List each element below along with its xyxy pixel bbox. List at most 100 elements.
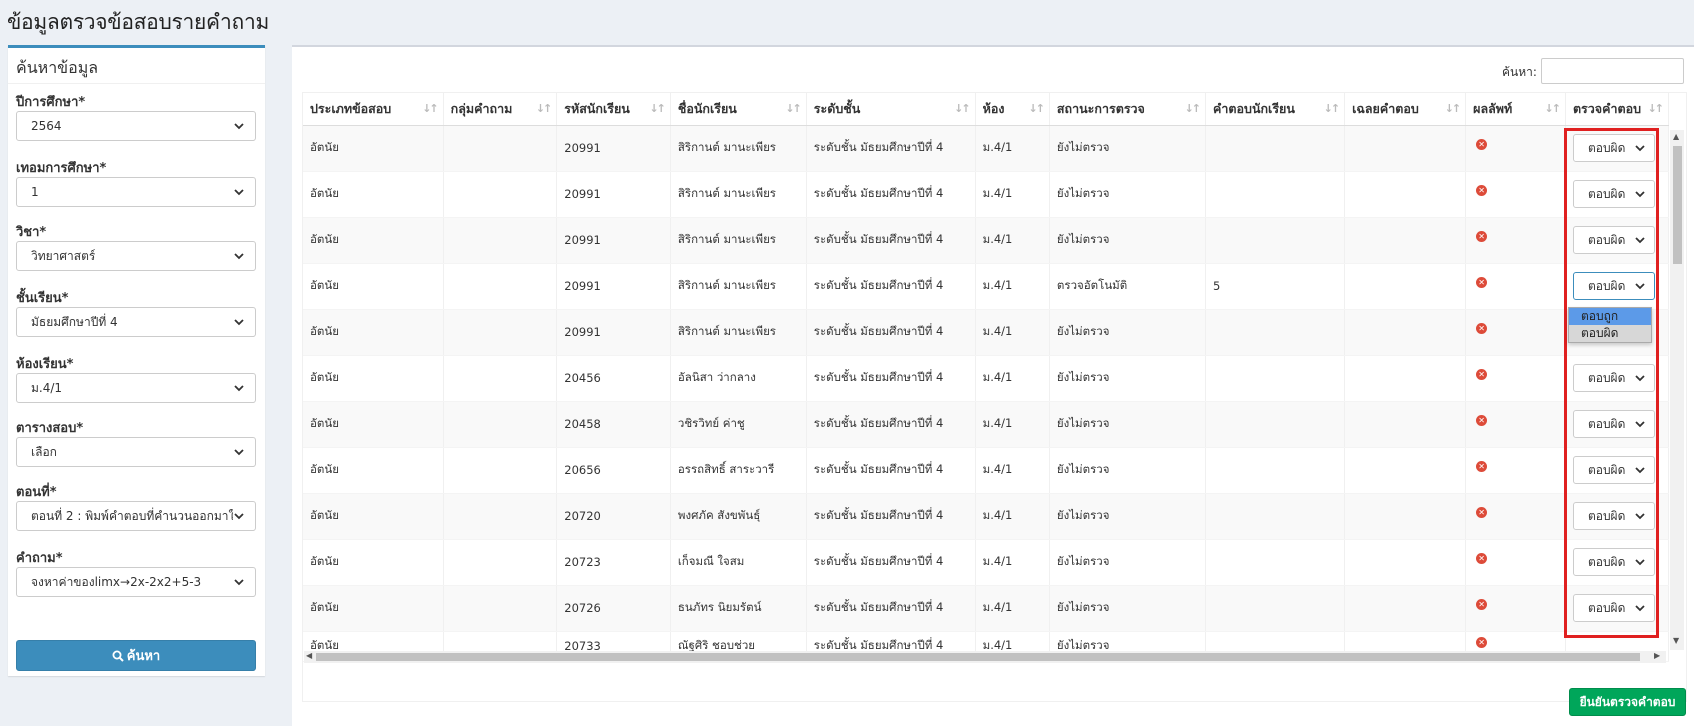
column-header[interactable]: ระดับชั้น ↓↑: [806, 93, 976, 126]
academic-year-group: ปีการศึกษา* 2564: [16, 91, 256, 141]
check-answer-select[interactable]: ตอบผิด: [1572, 134, 1655, 162]
scroll-right-icon[interactable]: ▶: [1654, 651, 1660, 660]
cell-name: ธนภัทร นิยมรัตน์: [670, 585, 807, 632]
scroll-up-icon[interactable]: ▲: [1673, 132, 1679, 141]
cell-check: ตอบผิด: [1565, 493, 1670, 540]
cell-room: ม.4/1: [975, 355, 1050, 402]
column-header[interactable]: คำตอบนักเรียน ↓↑: [1205, 93, 1346, 126]
check-answer-select[interactable]: ตอบผิด: [1572, 456, 1655, 484]
table-horizontal-scrollbar[interactable]: ◀ ▶: [304, 651, 1666, 663]
cell-key: [1344, 217, 1467, 264]
cell-group: [443, 401, 558, 448]
check-answer-select[interactable]: ตอบผิด: [1572, 502, 1655, 530]
check-answer-select[interactable]: ตอบผิด: [1572, 364, 1655, 392]
column-header[interactable]: ประเภทข้อสอบ ↓↑: [303, 93, 444, 126]
column-header[interactable]: สถานะการตรวจ ↓↑: [1049, 93, 1207, 126]
sort-icon[interactable]: ↓↑: [422, 102, 439, 115]
question-select[interactable]: จงหาค่าของlimx→2x-2x2+5-3: [16, 567, 256, 597]
cell-status: ยังไม่ตรวจ: [1049, 539, 1207, 586]
cell-name: วชิรวิทย์ ค่าชู: [670, 401, 807, 448]
grade-level-value: มัธยมศึกษาปีที่ 4: [31, 314, 118, 329]
column-header[interactable]: ห้อง ↓↑: [975, 93, 1050, 126]
classroom-select[interactable]: ม.4/1: [16, 373, 256, 403]
section-select[interactable]: ตอนที่ 2 : พิมพ์คำตอบที่คำนวนออกมาใ: [16, 501, 256, 531]
sort-icon[interactable]: ↓↑: [1648, 102, 1665, 115]
cell-type: อัตนัย: [303, 263, 444, 310]
column-header-label: ชื่อนักเรียน: [677, 100, 737, 116]
vertical-scroll-thumb[interactable]: [1673, 146, 1682, 264]
check-answer-value: ตอบผิด: [1587, 600, 1626, 615]
sort-icon[interactable]: ↓↑: [785, 102, 802, 115]
exam-schedule-select[interactable]: เลือก: [16, 437, 256, 467]
column-header-label: กลุ่มคำถาม: [450, 100, 513, 116]
check-answer-select[interactable]: ตอบผิด: [1572, 594, 1655, 622]
horizontal-scroll-thumb[interactable]: [316, 653, 1640, 661]
cell-room: ม.4/1: [975, 539, 1050, 586]
cell-group: [443, 493, 558, 540]
cell-key: [1344, 355, 1467, 402]
sort-icon[interactable]: ↓↑: [1545, 102, 1562, 115]
column-header-label: ระดับชั้น: [813, 100, 861, 116]
academic-year-value: 2564: [31, 119, 62, 133]
cell-answer: [1205, 171, 1346, 218]
sort-icon[interactable]: ↓↑: [1028, 102, 1045, 115]
table-row: อัตนัย 20723 เก็จมณี ใจสม ระดับชั้น มัธยมศึ…: [303, 539, 1670, 586]
cell-group: [443, 539, 558, 586]
chevron-down-icon: [234, 449, 244, 456]
check-answer-select[interactable]: ตอบผิด: [1572, 180, 1655, 208]
cell-status: ยังไม่ตรวจ: [1049, 309, 1207, 356]
cell-result: ✕: [1465, 355, 1566, 402]
scroll-down-icon[interactable]: ▼: [1673, 636, 1679, 645]
check-answer-select[interactable]: ตอบผิด: [1572, 272, 1655, 300]
column-header[interactable]: รหัสนักเรียน ↓↑: [556, 93, 671, 126]
search-button[interactable]: ค้นหา: [16, 640, 256, 671]
sort-icon[interactable]: ↓↑: [649, 102, 666, 115]
table-row: อัตนัย 20991 สิริกานต์ มานะเพียร ระดับชั้น …: [303, 263, 1670, 310]
sort-icon[interactable]: ↓↑: [1324, 102, 1341, 115]
cell-group: [443, 171, 558, 218]
check-answer-value: ตอบผิด: [1587, 186, 1626, 201]
results-table-wrapper: ประเภทข้อสอบ ↓↑ กลุ่มคำถาม ↓↑ รหัสนักเรียน ↓↑…: [302, 92, 1687, 702]
column-header[interactable]: ชื่อนักเรียน ↓↑: [670, 93, 807, 126]
column-header[interactable]: ผลลัพท์ ↓↑: [1465, 93, 1566, 126]
dropdown-option-wrong[interactable]: ตอบผิด: [1569, 325, 1651, 342]
sort-icon[interactable]: ↓↑: [1185, 102, 1202, 115]
sort-icon[interactable]: ↓↑: [1445, 102, 1462, 115]
cell-check: ตอบผิด: [1565, 171, 1670, 218]
wrong-icon: ✕: [1476, 323, 1488, 334]
table-vertical-scrollbar[interactable]: ▲ ▼: [1670, 130, 1684, 650]
semester-select[interactable]: 1: [16, 177, 256, 207]
grade-level-select[interactable]: มัธยมศึกษาปีที่ 4: [16, 307, 256, 337]
check-answer-select[interactable]: ตอบผิด: [1572, 410, 1655, 438]
cell-student-id: 20991: [556, 309, 671, 356]
column-header[interactable]: กลุ่มคำถาม ↓↑: [443, 93, 558, 126]
cell-level: ระดับชั้น มัธยมศึกษาปีที่ 4: [806, 585, 976, 632]
cell-key: [1344, 493, 1467, 540]
cell-name: สิริกานต์ มานะเพียร: [670, 263, 807, 310]
sort-icon[interactable]: ↓↑: [954, 102, 971, 115]
table-filter-input[interactable]: [1541, 58, 1684, 84]
cell-check: ตอบผิด: [1565, 125, 1670, 172]
cell-group: [443, 217, 558, 264]
search-icon: [112, 650, 124, 662]
cell-level: ระดับชั้น มัธยมศึกษาปีที่ 4: [806, 493, 976, 540]
academic-year-label: ปีการศึกษา*: [16, 95, 86, 110]
subject-select[interactable]: วิทยาศาสตร์: [16, 241, 256, 271]
check-answer-select[interactable]: ตอบผิด: [1572, 548, 1655, 576]
academic-year-select[interactable]: 2564: [16, 111, 256, 141]
check-answer-select[interactable]: ตอบผิด: [1572, 226, 1655, 254]
chevron-down-icon: [1635, 375, 1645, 382]
dropdown-option-correct[interactable]: ตอบถูก: [1569, 308, 1651, 325]
wrong-icon: ✕: [1476, 369, 1488, 380]
confirm-check-button[interactable]: ยืนยันตรวจคำตอบ: [1569, 688, 1686, 716]
column-header[interactable]: ตรวจคำตอบ ↓↑: [1565, 93, 1670, 126]
question-group: คำถาม* จงหาค่าของlimx→2x-2x2+5-3: [16, 547, 256, 597]
column-header[interactable]: เฉลยคำตอบ ↓↑: [1344, 93, 1467, 126]
cell-type: อัตนัย: [303, 493, 444, 540]
scroll-left-icon[interactable]: ◀: [306, 651, 312, 660]
cell-room: ม.4/1: [975, 171, 1050, 218]
check-answer-value: ตอบผิด: [1587, 554, 1626, 569]
cell-check: ตอบผิด: [1565, 263, 1670, 310]
sort-icon[interactable]: ↓↑: [536, 102, 553, 115]
cell-key: [1344, 309, 1467, 356]
